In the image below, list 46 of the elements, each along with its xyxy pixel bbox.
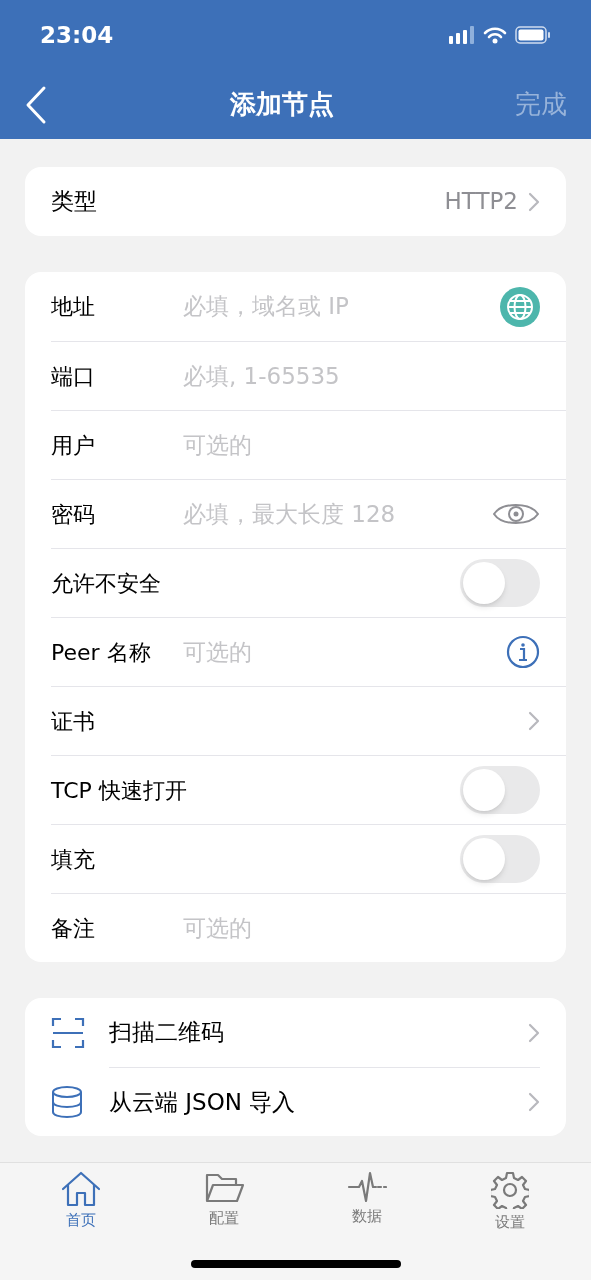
back-icon[interactable] [24, 84, 48, 125]
folder-icon [204, 1171, 245, 1205]
wifi-icon [483, 26, 507, 44]
input-field[interactable]: 可选的 [183, 910, 540, 946]
chevron-right-icon [528, 1092, 540, 1112]
toggle-switch[interactable] [460, 835, 540, 883]
field-label: 备注 [51, 914, 96, 943]
action-label[interactable]: 从云端 JSON 导入 [109, 1084, 528, 1120]
database-icon [51, 1084, 85, 1119]
signal-icon [449, 26, 475, 44]
globe-icon[interactable] [500, 286, 540, 327]
action-label[interactable]: 扫描二维码 [109, 1015, 528, 1050]
type-row[interactable]: 类型 HTTP2 [25, 167, 566, 236]
input-field[interactable]: 可选的 [183, 427, 540, 463]
field-label: 填充 [51, 845, 96, 874]
field-label: 允许不安全 [51, 569, 162, 598]
field-label: TCP 快速打开 [51, 776, 188, 805]
field-label: 用户 [51, 431, 96, 460]
battery-icon [515, 26, 551, 44]
toggle-switch[interactable] [460, 766, 540, 814]
input-field[interactable]: 可选的 [183, 634, 506, 670]
field-label: 密码 [51, 500, 96, 529]
scan-icon [51, 1015, 85, 1050]
toggle-switch[interactable] [460, 559, 540, 607]
settings-icon [490, 1171, 529, 1209]
info-icon[interactable] [506, 635, 540, 669]
field-label: Peer 名称 [51, 638, 152, 667]
type-label: 类型 [51, 187, 98, 217]
field-label: 证书 [51, 707, 96, 736]
tab-item[interactable]: 设置 [464, 1171, 555, 1234]
home-icon [61, 1171, 102, 1207]
chevron-right-icon [528, 1022, 540, 1043]
chevron-right-icon [528, 191, 540, 212]
page-title: 添加节点 [229, 88, 334, 121]
chevron-right-icon [528, 711, 540, 731]
tab-item[interactable]: 配置 [179, 1171, 270, 1234]
input-field[interactable]: 必填，最大长度 128 [183, 496, 492, 532]
field-label: 端口 [51, 362, 96, 391]
input-field[interactable]: 必填，域名或 IP [183, 289, 500, 324]
tab-item[interactable]: 数据 [321, 1171, 412, 1234]
status-time: 23:04 [40, 20, 114, 50]
type-value: HTTP2 [444, 187, 518, 217]
input-field[interactable]: 必填, 1-65535 [183, 358, 540, 394]
field-label: 地址 [51, 293, 96, 321]
waveform-icon [346, 1171, 387, 1203]
tab-item[interactable]: 首页 [36, 1171, 127, 1234]
